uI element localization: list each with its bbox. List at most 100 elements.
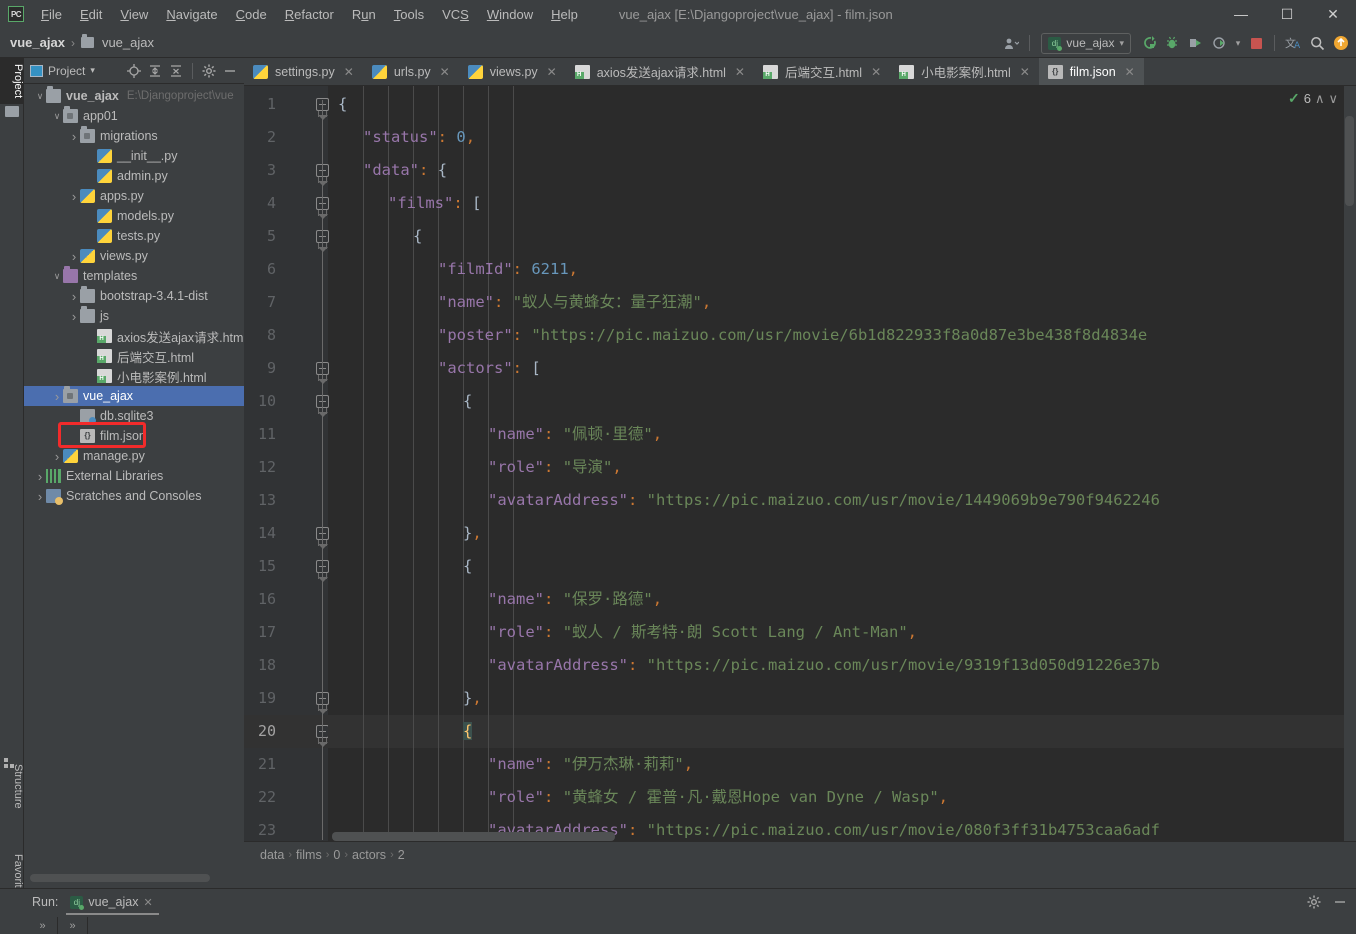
menu-item-vcs[interactable]: VCS [433,3,478,26]
chevron-right-icon[interactable] [34,489,46,504]
tree-node-js[interactable]: js [24,306,244,326]
code-line[interactable]: "name": "蚁人与黄蜂女：量子狂潮", [438,286,711,319]
tool-window-button-project[interactable]: Project [0,58,24,105]
run-icon[interactable] [1137,32,1159,54]
minimize-button[interactable]: — [1218,0,1264,28]
code-line[interactable]: "actors": [ [438,352,541,385]
code-line[interactable]: }, [463,517,482,550]
chevron-down-icon[interactable] [51,111,63,122]
tree-node-bootstrap-3-4-1-dist[interactable]: bootstrap-3.4.1-dist [24,286,244,306]
tree-node-db-sqlite3[interactable]: db.sqlite3 [24,406,244,426]
editor-tab-views-py[interactable]: views.py ✕ [459,58,566,85]
translate-icon[interactable]: 文A [1282,32,1304,54]
menu-item-navigate[interactable]: Navigate [157,3,226,26]
close-icon[interactable]: ✕ [547,65,557,79]
menu-item-file[interactable]: File [32,3,71,26]
project-tree[interactable]: vue_ajax E:\Djangoproject\vue app01 migrati… [24,84,244,868]
chevron-right-icon[interactable] [68,189,80,204]
close-icon[interactable]: ✕ [440,65,450,79]
gear-icon[interactable] [1304,892,1324,912]
chevron-right-icon[interactable] [68,289,80,304]
expand-chevron-button-2[interactable]: » [58,917,88,934]
gear-icon[interactable] [199,61,219,81]
chevron-right-icon[interactable] [68,129,80,144]
menu-item-code[interactable]: Code [227,3,276,26]
code-line[interactable]: "role": "导演", [488,451,622,484]
editor-breadcrumb-item[interactable]: 2 [394,848,409,862]
editor-breadcrumb-item[interactable]: 0 [329,848,344,862]
menu-item-window[interactable]: Window [478,3,542,26]
tree-node-models-py[interactable]: models.py [24,206,244,226]
chevron-right-icon[interactable] [51,389,63,404]
editor-breadcrumb-item[interactable]: films [292,848,326,862]
chevron-right-icon[interactable] [51,449,63,464]
code-line[interactable]: "role": "蚁人 / 斯考特·朗 Scott Lang / Ant-Man… [488,616,917,649]
close-icon[interactable]: ✕ [735,65,745,79]
code-editor[interactable]: 123456789101112131415161718192021222324 … [244,86,1356,841]
expand-chevron-button-1[interactable]: » [28,917,58,934]
tree-node-manage-py[interactable]: manage.py [24,446,244,466]
code-line[interactable]: { [338,88,347,121]
tree-node--init-py[interactable]: __init__.py [24,146,244,166]
collapse-all-icon[interactable] [166,61,186,81]
expand-all-icon[interactable] [145,61,165,81]
code-line[interactable]: "avatarAddress": "https://pic.maizuo.com… [488,484,1160,517]
editor-breadcrumb-item[interactable]: actors [348,848,390,862]
editor-breadcrumb-item[interactable]: data [256,848,288,862]
tree-node-vue-ajax[interactable]: vue_ajax [24,386,244,406]
close-icon[interactable]: ✕ [143,896,152,909]
close-button[interactable]: ✕ [1310,0,1356,28]
tree-node-tests-py[interactable]: tests.py [24,226,244,246]
user-settings-icon[interactable] [1000,32,1022,54]
editor-tab-strip[interactable]: settings.py✕urls.py✕views.py✕axios发送ajax… [244,58,1356,86]
code-line[interactable]: "name": "保罗·路德", [488,583,662,616]
chevron-down-icon[interactable] [51,271,63,282]
code-line[interactable]: "poster": "https://pic.maizuo.com/usr/mo… [438,319,1147,352]
tree-node-migrations[interactable]: migrations [24,126,244,146]
editor-code-area[interactable]: {"status": 0, "data": {"films": [{"filmId… [328,86,1356,841]
menu-item-edit[interactable]: Edit [71,3,111,26]
profile-dropdown-icon[interactable]: ▾ [1233,32,1243,54]
editor-tab-film-json[interactable]: film.json ✕ [1038,58,1144,85]
code-line[interactable]: "status": 0, [363,121,475,154]
chevron-down-icon[interactable]: ∨ [1328,91,1338,107]
editor-breadcrumb-bar[interactable]: data › films › 0 › actors › 2 [244,841,1356,868]
inspection-widget[interactable]: ✓ 6 ∧ ∨ [1288,90,1338,107]
code-line[interactable]: "name": "佩顿·里德", [488,418,662,451]
stop-icon[interactable] [1245,32,1267,54]
tree-node-axios-ajax-html[interactable]: axios发送ajax请求.html [24,326,244,346]
editor-horizontal-scrollbar[interactable] [332,832,615,841]
code-line[interactable]: { [413,220,422,253]
chevron-up-icon[interactable]: ∧ [1315,91,1325,107]
chevron-right-icon[interactable] [34,469,46,484]
tree-node-scratches-and-consoles[interactable]: Scratches and Consoles [24,486,244,506]
menu-item-view[interactable]: View [111,3,157,26]
project-tree-hscrollbar[interactable] [30,874,210,882]
tree-node-views-py[interactable]: views.py [24,246,244,266]
code-line[interactable]: }, [463,682,482,715]
breadcrumb-item-project[interactable]: vue_ajax [10,35,65,50]
search-icon[interactable] [1306,32,1328,54]
chevron-right-icon[interactable] [68,249,80,264]
tree-node-app01[interactable]: app01 [24,106,244,126]
editor-gutter[interactable]: 123456789101112131415161718192021222324 [244,86,329,841]
close-icon[interactable]: ✕ [1020,65,1030,79]
menu-item-help[interactable]: Help [542,3,587,26]
code-line[interactable]: "avatarAddress": "https://pic.maizuo.com… [488,649,1160,682]
editor-tab-axios-ajax-html[interactable]: axios发送ajax请求.html ✕ [566,58,754,85]
profile-icon[interactable] [1209,32,1231,54]
locate-icon[interactable] [124,61,144,81]
run-panel-tab[interactable]: dj vue_ajax ✕ [66,889,159,915]
code-line[interactable]: { [463,550,472,583]
close-icon[interactable]: ✕ [1125,65,1135,79]
breadcrumb-item-module[interactable]: vue_ajax [102,35,154,50]
updates-icon[interactable] [1330,32,1352,54]
tree-node--html[interactable]: 小电影案例.html [24,366,244,386]
chevron-right-icon[interactable] [68,309,80,324]
debug-icon[interactable] [1161,32,1183,54]
editor-tab--html[interactable]: 小电影案例.html ✕ [890,58,1039,85]
code-line[interactable]: { [463,715,473,748]
editor-tab-settings-py[interactable]: settings.py ✕ [244,58,363,85]
menu-item-refactor[interactable]: Refactor [276,3,343,26]
tree-node-templates[interactable]: templates [24,266,244,286]
